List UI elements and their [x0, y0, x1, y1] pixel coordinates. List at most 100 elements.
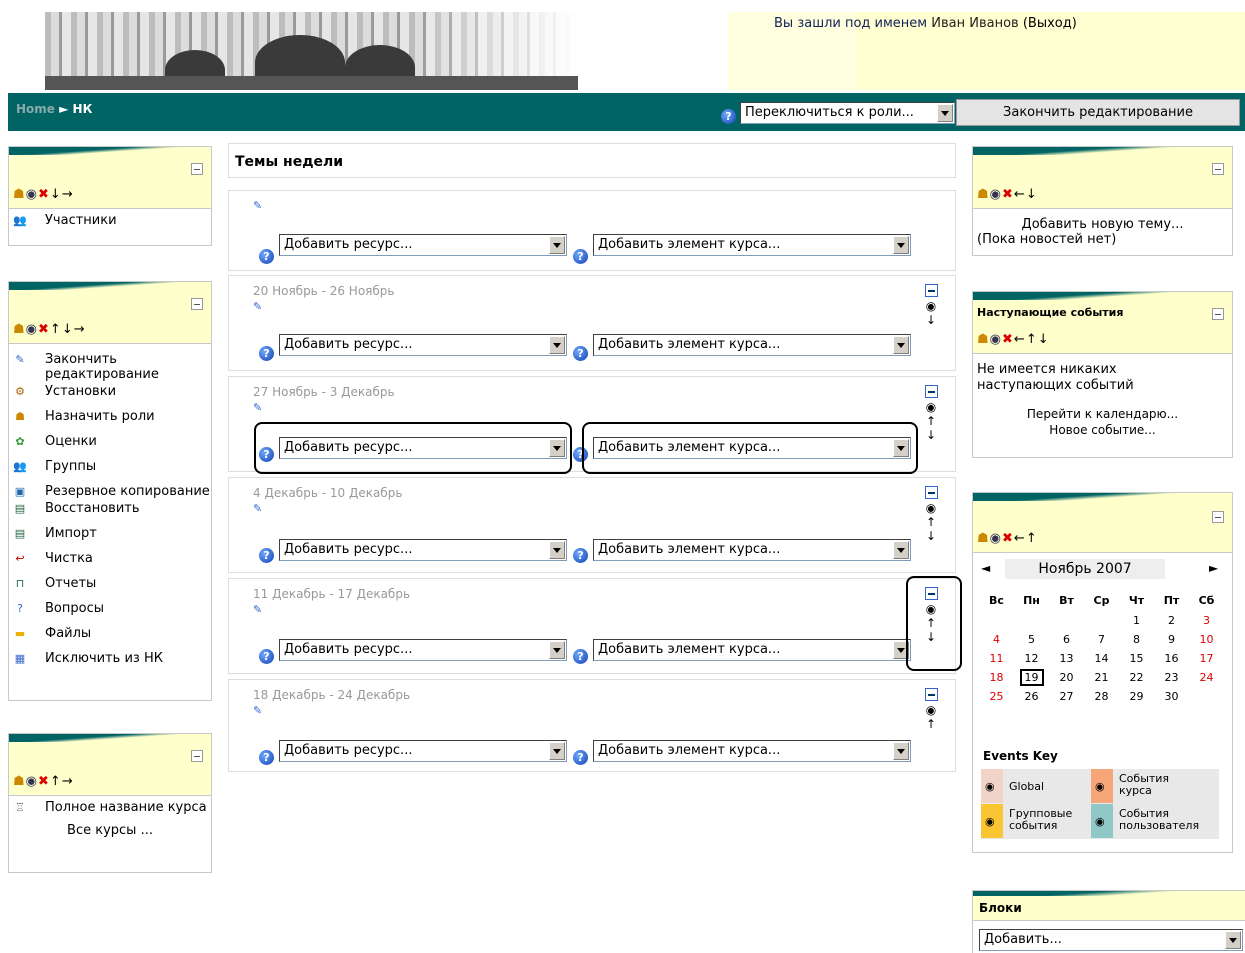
delete-icon[interactable]: ✖ [1002, 332, 1014, 347]
breadcrumb-home-link[interactable]: Home [16, 102, 55, 116]
arrow-right-icon[interactable]: → [74, 322, 86, 337]
edit-summary-icon[interactable]: ✎ [253, 603, 262, 616]
assign-roles-icon[interactable]: ☗ [13, 774, 26, 789]
calendar-day[interactable]: 7 [1084, 630, 1119, 649]
edit-summary-icon[interactable]: ✎ [253, 300, 262, 313]
course-summary-item[interactable]: ♖ Полное название курса [13, 800, 211, 815]
help-icon[interactable]: ? [573, 548, 588, 563]
admin-item-reports[interactable]: ⊓ Отчеты [13, 576, 211, 591]
eye-icon[interactable]: ◉ [26, 322, 38, 337]
help-icon[interactable]: ? [573, 649, 588, 664]
help-icon[interactable]: ? [259, 750, 274, 765]
eye-icon[interactable]: ◉ [990, 332, 1002, 347]
assign-roles-icon[interactable]: ☗ [13, 187, 26, 202]
add-resource-select[interactable]: Добавить ресурс... [279, 539, 567, 561]
calendar-day[interactable]: 18 [979, 668, 1014, 687]
calendar-day[interactable]: 1 [1119, 611, 1154, 630]
participants-item[interactable]: 👥 Участники [13, 213, 211, 228]
eye-icon[interactable]: ◉ [26, 187, 38, 202]
arrow-left-icon[interactable]: ← [1014, 187, 1026, 202]
arrow-down-icon[interactable]: ↓ [923, 313, 939, 327]
admin-item-reset[interactable]: ↩ Чистка [13, 551, 211, 566]
calendar-day[interactable]: 24 [1189, 668, 1224, 687]
calendar-today[interactable]: 19 [1019, 669, 1044, 686]
calendar-day[interactable]: 2 [1154, 611, 1189, 630]
delete-icon[interactable]: ✖ [1002, 531, 1014, 546]
admin-item-import[interactable]: ▤ Импорт [13, 526, 211, 541]
eye-icon[interactable]: ◉ [26, 774, 38, 789]
show-only-this-week-icon[interactable] [924, 385, 938, 398]
eye-icon[interactable]: ◉ [923, 299, 939, 313]
admin-item-assign-roles[interactable]: ☗ Назначить роли [13, 409, 211, 424]
add-activity-select[interactable]: Добавить элемент курса... [593, 234, 911, 256]
admin-item-settings[interactable]: ⚙ Установки [13, 384, 211, 399]
assign-roles-icon[interactable]: ☗ [977, 332, 990, 347]
prev-month-link[interactable]: ◄ [981, 561, 990, 575]
admin-item-backup[interactable]: ▣ Резервное копирование [13, 484, 211, 499]
all-courses-link[interactable]: Все курсы ... [67, 823, 153, 838]
add-activity-select[interactable]: Добавить элемент курса... [593, 639, 911, 661]
arrow-right-icon[interactable]: → [62, 774, 74, 789]
calendar-day[interactable]: 26 [1014, 687, 1049, 706]
admin-item-end-editing[interactable]: ✎ Закончить редактирование [13, 352, 211, 382]
goto-calendar-link[interactable]: Перейти к календарю... [973, 406, 1232, 422]
calendar-day[interactable]: 9 [1154, 630, 1189, 649]
user-profile-link[interactable]: Иван Иванов [931, 16, 1018, 31]
eye-icon[interactable]: ◉ [1095, 781, 1105, 793]
arrow-down-icon[interactable]: ↓ [1026, 187, 1038, 202]
arrow-up-icon[interactable]: ↑ [923, 414, 939, 428]
end-editing-button[interactable]: Закончить редактирование [956, 99, 1240, 126]
help-icon[interactable]: ? [573, 249, 588, 264]
help-icon[interactable]: ? [721, 109, 736, 124]
calendar-day[interactable]: 28 [1084, 687, 1119, 706]
help-icon[interactable]: ? [259, 346, 274, 361]
help-icon[interactable]: ? [259, 548, 274, 563]
collapse-icon[interactable] [1212, 511, 1224, 523]
calendar-day[interactable]: 27 [1049, 687, 1084, 706]
eye-icon[interactable]: ◉ [923, 703, 939, 717]
assign-roles-icon[interactable]: ☗ [13, 322, 26, 337]
calendar-day[interactable]: 19 [1014, 668, 1049, 687]
calendar-day[interactable]: 21 [1084, 668, 1119, 687]
arrow-up-icon[interactable]: ↑ [1026, 531, 1038, 546]
arrow-up-icon[interactable]: ↑ [1026, 332, 1038, 347]
calendar-day[interactable]: 23 [1154, 668, 1189, 687]
arrow-up-icon[interactable]: ↑ [923, 717, 939, 731]
edit-summary-icon[interactable]: ✎ [253, 502, 262, 515]
add-activity-select[interactable]: Добавить элемент курса... [593, 334, 911, 356]
calendar-day[interactable]: 16 [1154, 649, 1189, 668]
eye-icon[interactable]: ◉ [923, 400, 939, 414]
calendar-day[interactable]: 3 [1189, 611, 1224, 630]
admin-item-groups[interactable]: 👥 Группы [13, 459, 211, 474]
eye-icon[interactable]: ◉ [990, 531, 1002, 546]
admin-item-files[interactable]: ▬ Файлы [13, 626, 211, 641]
assign-roles-icon[interactable]: ☗ [977, 187, 990, 202]
calendar-day[interactable]: 11 [979, 649, 1014, 668]
help-icon[interactable]: ? [259, 249, 274, 264]
arrow-up-icon[interactable]: ↑ [50, 322, 62, 337]
eye-icon[interactable]: ◉ [985, 781, 995, 793]
new-event-link[interactable]: Новое событие... [973, 422, 1232, 438]
collapse-icon[interactable] [191, 298, 203, 310]
arrow-left-icon[interactable]: ← [1014, 332, 1026, 347]
events-key-group[interactable]: ◉ Групповые события [981, 804, 1091, 839]
add-activity-select[interactable]: Добавить элемент курса... [593, 740, 911, 762]
calendar-day[interactable]: 20 [1049, 668, 1084, 687]
eye-icon[interactable]: ◉ [923, 501, 939, 515]
admin-item-restore[interactable]: ▤ Восстановить [13, 501, 211, 516]
calendar-day[interactable]: 13 [1049, 649, 1084, 668]
help-icon[interactable]: ? [573, 750, 588, 765]
calendar-day[interactable]: 8 [1119, 630, 1154, 649]
calendar-day[interactable]: 4 [979, 630, 1014, 649]
eye-icon[interactable]: ◉ [990, 187, 1002, 202]
arrow-up-icon[interactable]: ↑ [923, 515, 939, 529]
events-key-global[interactable]: ◉ Global [981, 769, 1091, 804]
add-resource-select[interactable]: Добавить ресурс... [279, 234, 567, 256]
events-key-user[interactable]: ◉ События пользователя [1091, 804, 1219, 839]
delete-icon[interactable]: ✖ [38, 187, 50, 202]
edit-summary-icon[interactable]: ✎ [253, 704, 262, 717]
add-resource-select[interactable]: Добавить ресурс... [279, 639, 567, 661]
calendar-day[interactable]: 25 [979, 687, 1014, 706]
arrow-down-icon[interactable]: ↓ [50, 187, 62, 202]
calendar-day[interactable]: 12 [1014, 649, 1049, 668]
